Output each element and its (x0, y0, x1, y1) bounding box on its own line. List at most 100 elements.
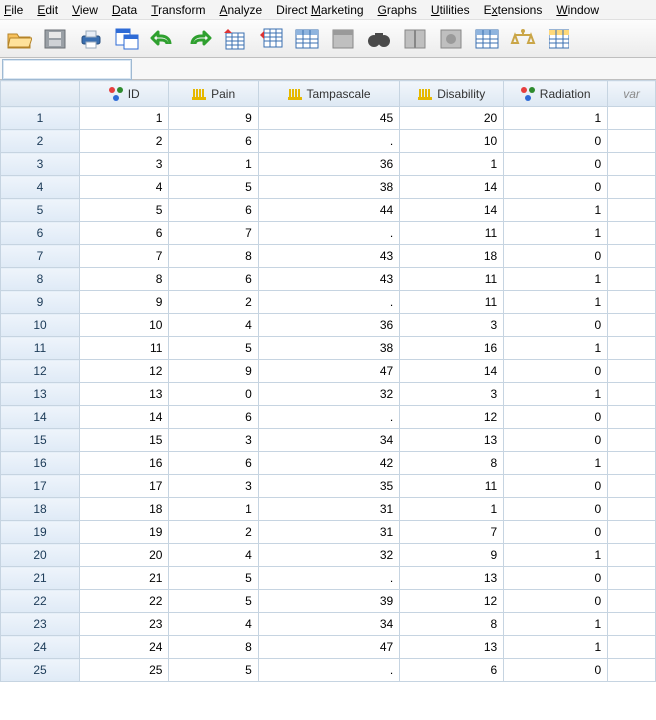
menu-analyze[interactable]: Analyze (219, 3, 262, 17)
cell[interactable]: 1 (504, 222, 608, 245)
redo-icon[interactable] (184, 24, 214, 54)
cell[interactable]: 11 (400, 475, 504, 498)
row-header[interactable]: 6 (1, 222, 80, 245)
goto-case-icon[interactable] (220, 24, 250, 54)
cell[interactable]: 38 (258, 337, 399, 360)
cell[interactable]: 0 (504, 406, 608, 429)
cell[interactable]: 0 (504, 429, 608, 452)
cell[interactable]: 20 (80, 544, 169, 567)
print-icon[interactable] (76, 24, 106, 54)
cell[interactable]: 9 (169, 360, 258, 383)
cell-empty[interactable] (608, 659, 656, 682)
select-cases-icon[interactable] (472, 24, 502, 54)
cell[interactable]: 34 (258, 613, 399, 636)
cell[interactable]: 11 (400, 222, 504, 245)
row-header[interactable]: 8 (1, 268, 80, 291)
cell[interactable]: 1 (504, 613, 608, 636)
cell[interactable]: 14 (400, 360, 504, 383)
row-header[interactable]: 14 (1, 406, 80, 429)
cell-empty[interactable] (608, 429, 656, 452)
cell[interactable]: 1 (400, 498, 504, 521)
cell[interactable]: 7 (169, 222, 258, 245)
cell[interactable]: 6 (169, 268, 258, 291)
cell[interactable]: 22 (80, 590, 169, 613)
cell[interactable]: 12 (400, 406, 504, 429)
cell[interactable]: 0 (504, 590, 608, 613)
cell[interactable]: 5 (169, 659, 258, 682)
variables-icon[interactable] (292, 24, 322, 54)
row-header[interactable]: 3 (1, 153, 80, 176)
cell-empty[interactable] (608, 590, 656, 613)
column-header-id[interactable]: ID (80, 81, 169, 107)
cell-empty[interactable] (608, 176, 656, 199)
cell[interactable]: 9 (169, 107, 258, 130)
cell[interactable]: 45 (258, 107, 399, 130)
cell[interactable]: 13 (400, 636, 504, 659)
cell[interactable]: 8 (80, 268, 169, 291)
corner-cell[interactable] (1, 81, 80, 107)
cell[interactable]: 1 (169, 153, 258, 176)
save-icon[interactable] (40, 24, 70, 54)
menu-file[interactable]: File (4, 3, 23, 17)
row-header[interactable]: 9 (1, 291, 80, 314)
cell[interactable]: 4 (169, 613, 258, 636)
cell[interactable]: 16 (400, 337, 504, 360)
cell[interactable]: 18 (80, 498, 169, 521)
cell[interactable]: 12 (80, 360, 169, 383)
menu-extensions[interactable]: Extensions (484, 3, 543, 17)
cell[interactable]: 32 (258, 383, 399, 406)
cell[interactable]: . (258, 406, 399, 429)
cell[interactable]: 9 (80, 291, 169, 314)
column-header-disability[interactable]: Disability (400, 81, 504, 107)
cell-empty[interactable] (608, 498, 656, 521)
cell[interactable]: 0 (504, 475, 608, 498)
binoculars-icon[interactable] (364, 24, 394, 54)
cell[interactable]: 1 (504, 268, 608, 291)
cell[interactable]: 2 (169, 291, 258, 314)
cell-empty[interactable] (608, 314, 656, 337)
cell[interactable]: 44 (258, 199, 399, 222)
cell[interactable]: 1 (80, 107, 169, 130)
cell[interactable]: 36 (258, 314, 399, 337)
open-file-icon[interactable] (4, 24, 34, 54)
row-header[interactable]: 25 (1, 659, 80, 682)
cell[interactable]: 35 (258, 475, 399, 498)
cell[interactable]: 31 (258, 521, 399, 544)
cell[interactable]: 11 (80, 337, 169, 360)
cell-empty[interactable] (608, 475, 656, 498)
cell[interactable]: 39 (258, 590, 399, 613)
cell[interactable]: 9 (400, 544, 504, 567)
cell[interactable]: 0 (504, 360, 608, 383)
row-header[interactable]: 11 (1, 337, 80, 360)
cell[interactable]: 18 (400, 245, 504, 268)
cell[interactable]: 32 (258, 544, 399, 567)
cell[interactable]: 2 (169, 521, 258, 544)
cell[interactable]: . (258, 130, 399, 153)
cell[interactable]: 1 (504, 337, 608, 360)
cell[interactable]: 6 (169, 199, 258, 222)
cell[interactable]: . (258, 659, 399, 682)
menu-graphs[interactable]: Graphs (378, 3, 417, 17)
cell[interactable]: 0 (169, 383, 258, 406)
menu-data[interactable]: Data (112, 3, 137, 17)
cell[interactable]: 16 (80, 452, 169, 475)
cell[interactable]: 1 (504, 107, 608, 130)
column-header-tampascale[interactable]: Tampascale (258, 81, 399, 107)
cell[interactable]: 43 (258, 268, 399, 291)
cell[interactable]: 0 (504, 245, 608, 268)
use-sets-icon[interactable] (544, 24, 574, 54)
row-header[interactable]: 20 (1, 544, 80, 567)
row-header[interactable]: 12 (1, 360, 80, 383)
cell[interactable]: 8 (400, 613, 504, 636)
cell[interactable]: 1 (504, 544, 608, 567)
cell[interactable]: 10 (400, 130, 504, 153)
cell[interactable]: 6 (169, 452, 258, 475)
cell[interactable]: 5 (169, 590, 258, 613)
cell[interactable]: 14 (80, 406, 169, 429)
cell[interactable]: 3 (169, 429, 258, 452)
cell[interactable]: 3 (169, 475, 258, 498)
row-header[interactable]: 17 (1, 475, 80, 498)
cell[interactable]: 10 (80, 314, 169, 337)
cell[interactable]: 1 (504, 383, 608, 406)
cell[interactable]: 17 (80, 475, 169, 498)
